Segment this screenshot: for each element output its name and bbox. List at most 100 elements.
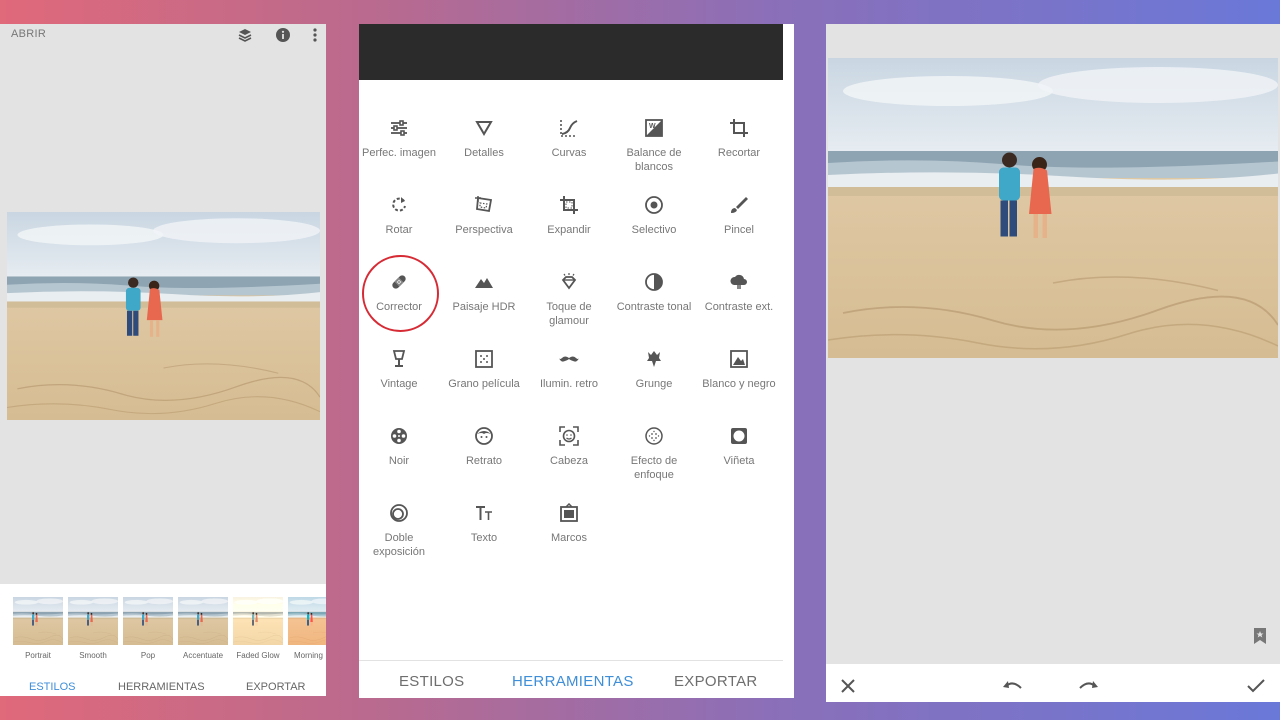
perspective-icon	[444, 193, 524, 217]
style-thumb[interactable]: Smooth	[68, 597, 118, 661]
open-button[interactable]: ABRIR	[11, 28, 46, 40]
face-frame-icon	[529, 424, 609, 448]
photo-canvas[interactable]	[828, 58, 1278, 358]
svg-text:W: W	[649, 123, 656, 130]
undo-icon[interactable]	[1001, 674, 1025, 698]
layers-icon[interactable]	[236, 26, 254, 44]
tool-contraste-tonal[interactable]: Contraste tonal	[614, 270, 694, 340]
tool-retrato[interactable]: Retrato	[444, 424, 524, 494]
tool-ilumin-retro[interactable]: Ilumin. retro	[529, 347, 609, 417]
more-vert-icon[interactable]	[306, 26, 324, 44]
styles-screen: ABRIR Portrait Smooth Pop Accentuate Fad…	[0, 24, 326, 696]
tool-pincel[interactable]: Pincel	[699, 193, 779, 263]
style-label: Smooth	[79, 651, 107, 660]
brush-icon	[699, 193, 779, 217]
rotate-icon	[359, 193, 439, 217]
style-label: Pop	[140, 651, 156, 660]
tool-marcos[interactable]: Marcos	[529, 501, 609, 571]
close-icon[interactable]	[836, 674, 860, 698]
tab-tools[interactable]: HERRAMIENTAS	[512, 673, 634, 690]
tool-label: Texto	[470, 532, 498, 544]
tool-recortar[interactable]: Recortar	[699, 116, 779, 186]
tool-doble-exposicion[interactable]: Doble exposición	[359, 501, 439, 571]
tool-label: Grunge	[635, 378, 673, 390]
style-label: Faded Glow	[236, 651, 280, 660]
tool-expandir[interactable]: Expandir	[529, 193, 609, 263]
tool-perfec-imagen[interactable]: Perfec. imagen	[359, 116, 439, 186]
style-label: Portrait	[25, 651, 51, 660]
tool-label: Toque de glamour	[546, 301, 592, 327]
tool-perspectiva[interactable]: Perspectiva	[444, 193, 524, 263]
healing-icon	[359, 270, 439, 294]
style-thumb[interactable]: Accentuate	[178, 597, 228, 661]
tool-detalles[interactable]: Detalles	[444, 116, 524, 186]
tab-styles[interactable]: ESTILOS	[399, 673, 464, 690]
tool-grano-pelicula[interactable]: Grano película	[444, 347, 524, 417]
film-reel-icon	[359, 424, 439, 448]
triangle-down-icon	[444, 116, 524, 140]
face-icon	[444, 424, 524, 448]
grain-icon	[444, 347, 524, 371]
tool-label: Corrector	[376, 301, 422, 313]
white-balance-icon: W	[614, 116, 694, 140]
tool-label: Cabeza	[550, 455, 588, 467]
cloud-icon	[699, 270, 779, 294]
style-thumb[interactable]: Portrait	[13, 597, 63, 661]
diamond-icon	[529, 270, 609, 294]
tool-curvas[interactable]: Curvas	[529, 116, 609, 186]
tool-label: Curvas	[551, 147, 587, 159]
tool-label: Marcos	[550, 532, 588, 544]
curves-icon	[529, 116, 609, 140]
tool-vineta[interactable]: Viñeta	[699, 424, 779, 494]
style-label: Morning	[294, 651, 323, 660]
mountain-icon	[444, 270, 524, 294]
tool-label: Vintage	[380, 378, 418, 390]
tool-label: Doble exposición	[373, 532, 425, 558]
selective-icon	[614, 193, 694, 217]
header-bar	[359, 24, 783, 80]
style-thumb[interactable]: Morning	[288, 597, 326, 661]
tab-styles[interactable]: ESTILOS	[29, 681, 75, 693]
top-bar: ABRIR	[0, 24, 326, 48]
double-exposure-icon	[359, 501, 439, 525]
tab-export[interactable]: EXPORTAR	[246, 681, 306, 693]
tab-tools[interactable]: HERRAMIENTAS	[118, 681, 205, 693]
tab-export[interactable]: EXPORTAR	[674, 673, 758, 690]
photo-preview	[7, 212, 320, 420]
editor-screen	[826, 24, 1280, 702]
tool-label: Retrato	[465, 455, 503, 467]
frames-icon	[529, 501, 609, 525]
tune-icon	[359, 116, 439, 140]
tool-label: Pincel	[724, 224, 754, 236]
tool-efecto-enfoque[interactable]: Efecto de enfoque	[614, 424, 694, 494]
tool-vintage[interactable]: Vintage	[359, 347, 439, 417]
focus-icon	[614, 424, 694, 448]
crop-icon	[699, 116, 779, 140]
bookmark-icon[interactable]	[1251, 626, 1269, 646]
tool-texto[interactable]: Texto	[444, 501, 524, 571]
style-thumb[interactable]: Pop	[123, 597, 173, 661]
tool-corrector[interactable]: Corrector	[359, 270, 439, 340]
tool-rotar[interactable]: Rotar	[359, 193, 439, 263]
tool-contraste-ext[interactable]: Contraste ext.	[699, 270, 779, 340]
tool-cabeza[interactable]: Cabeza	[529, 424, 609, 494]
text-icon	[444, 501, 524, 525]
tool-noir[interactable]: Noir	[359, 424, 439, 494]
tool-toque-glamour[interactable]: Toque de glamour	[529, 270, 609, 340]
tool-label: Expandir	[547, 224, 591, 236]
vignette-icon	[699, 424, 779, 448]
bottom-tabs: ESTILOS HERRAMIENTAS EXPORTAR	[0, 670, 326, 696]
tool-balance-blancos[interactable]: W Balance de blancos	[614, 116, 694, 186]
tool-label: Perfec. imagen	[362, 147, 436, 159]
check-icon[interactable]	[1244, 674, 1268, 698]
tool-paisaje-hdr[interactable]: Paisaje HDR	[444, 270, 524, 340]
tool-grunge[interactable]: Grunge	[614, 347, 694, 417]
tools-screen: Perfec. imagen Detalles Curvas W Balance…	[359, 24, 794, 698]
mustache-icon	[529, 347, 609, 371]
tool-blanco-negro[interactable]: Blanco y negro	[699, 347, 779, 417]
scrollbar[interactable]	[783, 24, 794, 698]
info-icon[interactable]	[274, 26, 292, 44]
style-thumb[interactable]: Faded Glow	[233, 597, 283, 661]
redo-icon[interactable]	[1076, 674, 1100, 698]
tool-selectivo[interactable]: Selectivo	[614, 193, 694, 263]
